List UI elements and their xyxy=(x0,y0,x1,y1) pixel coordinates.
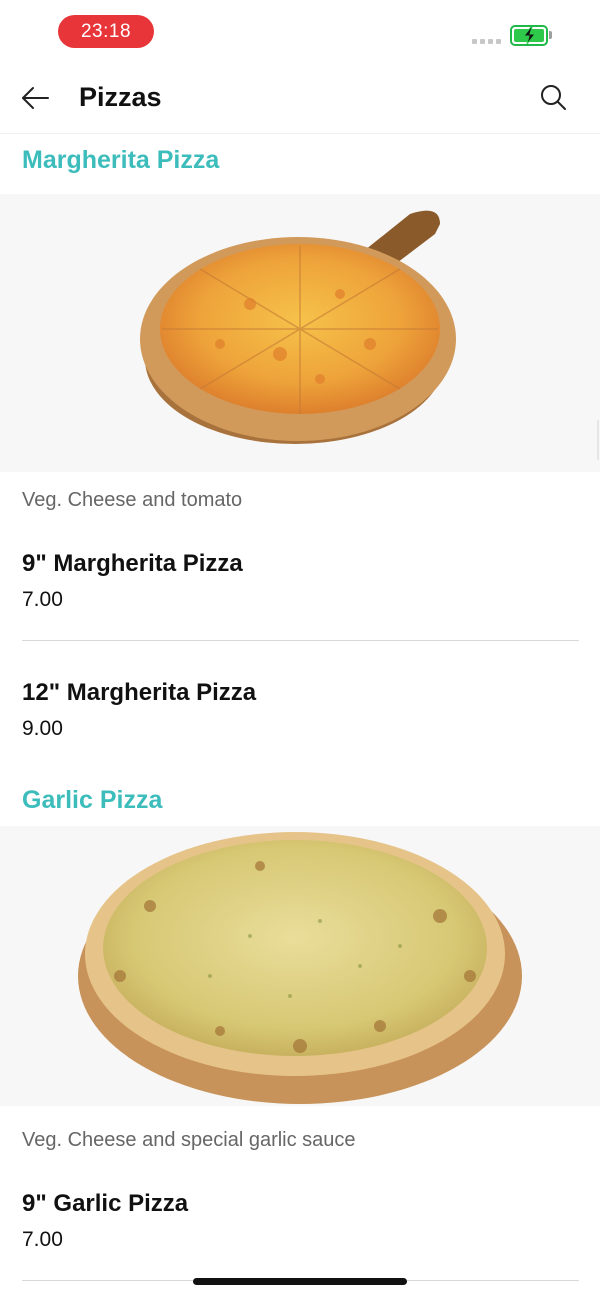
section-title-margherita: Margherita Pizza xyxy=(22,146,220,174)
pizza-illustration xyxy=(78,832,522,1104)
margherita-pizza-image[interactable] xyxy=(0,194,600,472)
item-name: 9" Margherita Pizza xyxy=(22,550,243,577)
section-description-margherita: Veg. Cheese and tomato xyxy=(22,489,243,511)
page-title: Pizzas xyxy=(79,82,162,112)
garlic-pizza-image[interactable] xyxy=(0,826,600,1106)
battery-icon xyxy=(510,25,548,46)
item-price: 9.00 xyxy=(22,717,63,740)
charging-bolt-icon xyxy=(522,27,537,44)
item-price: 7.00 xyxy=(22,1228,63,1251)
item-name: 12" Margherita Pizza xyxy=(22,679,257,706)
home-indicator[interactable] xyxy=(193,1278,407,1285)
search-icon xyxy=(541,85,566,110)
status-bar: 23:18 xyxy=(0,0,600,64)
signal-icon xyxy=(472,39,501,44)
status-time: 23:18 xyxy=(58,15,154,48)
battery-tip xyxy=(549,31,552,39)
arrow-left-icon xyxy=(22,87,49,109)
item-name: 9" Garlic Pizza xyxy=(22,1190,189,1217)
pizza-illustration xyxy=(140,210,456,444)
scrollbar[interactable] xyxy=(597,420,599,460)
back-button[interactable] xyxy=(18,81,54,117)
item-price: 7.00 xyxy=(22,588,63,611)
section-description-garlic: Veg. Cheese and special garlic sauce xyxy=(22,1129,356,1151)
search-button[interactable] xyxy=(538,82,570,114)
section-title-garlic: Garlic Pizza xyxy=(22,786,163,814)
divider xyxy=(22,640,579,641)
app-header: Pizzas xyxy=(0,64,600,134)
